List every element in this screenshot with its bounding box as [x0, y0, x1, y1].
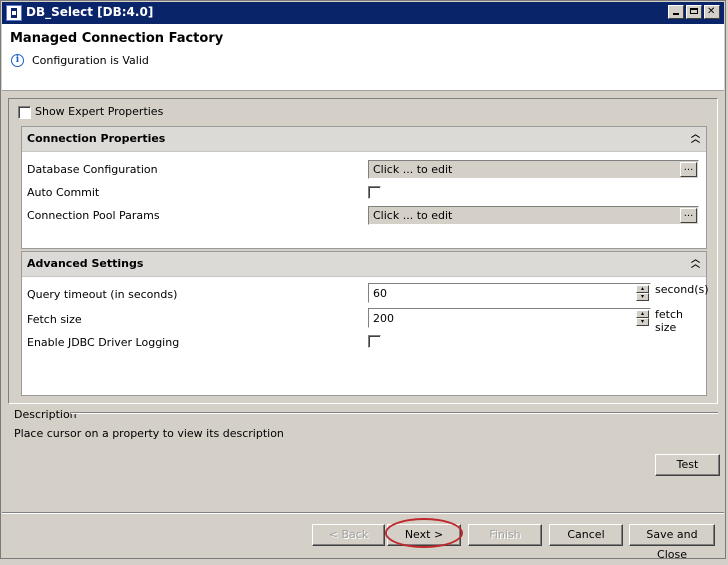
description-title: Description: [14, 408, 77, 421]
show-expert-checkbox[interactable]: [18, 106, 31, 119]
next-button-highlight: [385, 518, 463, 548]
maximize-button[interactable]: [686, 5, 702, 19]
section-title: Connection Properties: [27, 132, 166, 145]
spin-down-icon[interactable]: ▾: [636, 293, 649, 301]
connection-pool-params-label: Connection Pool Params: [27, 209, 160, 222]
auto-commit-label: Auto Commit: [27, 186, 100, 199]
fetch-size-spinner[interactable]: ▴ ▾: [636, 310, 649, 326]
dialog-header: Managed Connection Factory i Configurati…: [2, 24, 724, 91]
title-bar[interactable]: DB_Select [DB:4.0]: [2, 2, 724, 24]
database-configuration-field[interactable]: Click ... to edit ...: [368, 160, 699, 179]
collapse-icon[interactable]: ︿ ︿: [691, 131, 700, 145]
show-expert-label: Show Expert Properties: [35, 105, 164, 118]
description-text: Place cursor on a property to view its d…: [14, 427, 284, 440]
fetch-size-label: Fetch size: [27, 313, 82, 326]
query-timeout-unit: second(s): [655, 283, 709, 296]
section-title: Advanced Settings: [27, 257, 144, 270]
finish-button[interactable]: Finish: [468, 524, 542, 546]
auto-commit-checkbox[interactable]: [368, 186, 381, 199]
spin-up-icon[interactable]: ▴: [636, 310, 649, 318]
collapse-icon[interactable]: ︿ ︿: [691, 256, 700, 270]
connection-properties-header[interactable]: Connection Properties ︿ ︿: [22, 127, 706, 152]
query-timeout-spinner[interactable]: ▴ ▾: [636, 285, 649, 301]
info-icon: i: [11, 54, 24, 67]
app-icon: [6, 5, 22, 21]
button-separator: [2, 512, 724, 514]
database-configuration-value: Click ... to edit: [373, 163, 453, 176]
dialog-window: DB_Select [DB:4.0] Managed Connection Fa…: [0, 0, 726, 561]
close-button[interactable]: [704, 5, 720, 19]
window-title: DB_Select [DB:4.0]: [26, 5, 154, 19]
fetch-size-unit: fetch size: [655, 308, 683, 334]
minimize-button[interactable]: [668, 5, 684, 19]
properties-panel: Show Expert Properties Connection Proper…: [8, 98, 718, 404]
fetch-size-input[interactable]: 200 ▴ ▾: [368, 308, 651, 328]
advanced-settings-header[interactable]: Advanced Settings ︿ ︿: [22, 252, 706, 277]
page-title: Managed Connection Factory: [10, 31, 224, 46]
spin-up-icon[interactable]: ▴: [636, 285, 649, 293]
connection-pool-params-field[interactable]: Click ... to edit ...: [368, 206, 699, 225]
query-timeout-value: 60: [373, 287, 387, 300]
connection-pool-params-value: Click ... to edit: [373, 209, 453, 222]
status-message: Configuration is Valid: [32, 54, 149, 67]
database-configuration-label: Database Configuration: [27, 163, 158, 176]
jdbc-logging-label: Enable JDBC Driver Logging: [27, 336, 180, 349]
database-configuration-edit-button[interactable]: ...: [680, 162, 697, 177]
advanced-settings-section: Advanced Settings ︿ ︿ Query timeout (in s…: [21, 251, 709, 396]
window-controls: [668, 5, 720, 19]
back-button[interactable]: < Back: [312, 524, 385, 546]
description-divider: [71, 412, 718, 414]
jdbc-logging-checkbox[interactable]: [368, 335, 381, 348]
save-and-close-button[interactable]: Save and Close: [629, 524, 715, 561]
test-button[interactable]: Test: [655, 454, 720, 476]
fetch-size-value: 200: [373, 312, 394, 325]
spin-down-icon[interactable]: ▾: [636, 318, 649, 326]
cancel-button[interactable]: Cancel: [549, 524, 623, 546]
query-timeout-label: Query timeout (in seconds): [27, 288, 178, 301]
connection-pool-params-edit-button[interactable]: ...: [680, 208, 697, 223]
connection-properties-section: Connection Properties ︿ ︿ Database Config…: [21, 126, 707, 249]
query-timeout-input[interactable]: 60 ▴ ▾: [368, 283, 651, 303]
description-panel: Description Place cursor on a property t…: [8, 406, 718, 450]
